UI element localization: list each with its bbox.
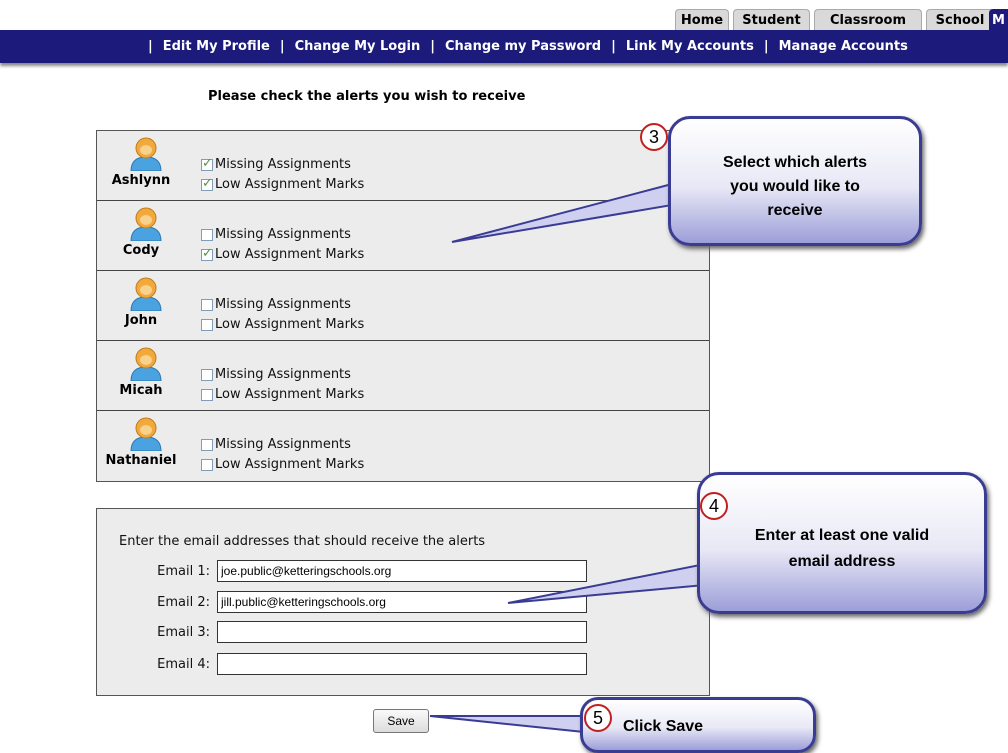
callout-4: Enter at least one valid email address (697, 472, 987, 614)
step-5-number: 5 (584, 704, 612, 732)
step-4-number: 4 (700, 492, 728, 520)
callout-5-pointer (429, 715, 586, 734)
callout-4-text: Enter at least one valid email address (754, 527, 930, 570)
callout-3: Select which alerts you would like to re… (668, 116, 922, 246)
callout-pointers (429, 182, 707, 734)
callout-5-text: Click Save (623, 718, 704, 735)
callout-4-pointer (507, 563, 707, 604)
callout-3-pointer (451, 182, 680, 243)
callout-3-text: Select which alerts you would like to re… (722, 154, 868, 219)
callout-5: Click Save (580, 697, 816, 753)
step-3-number: 3 (640, 123, 668, 151)
